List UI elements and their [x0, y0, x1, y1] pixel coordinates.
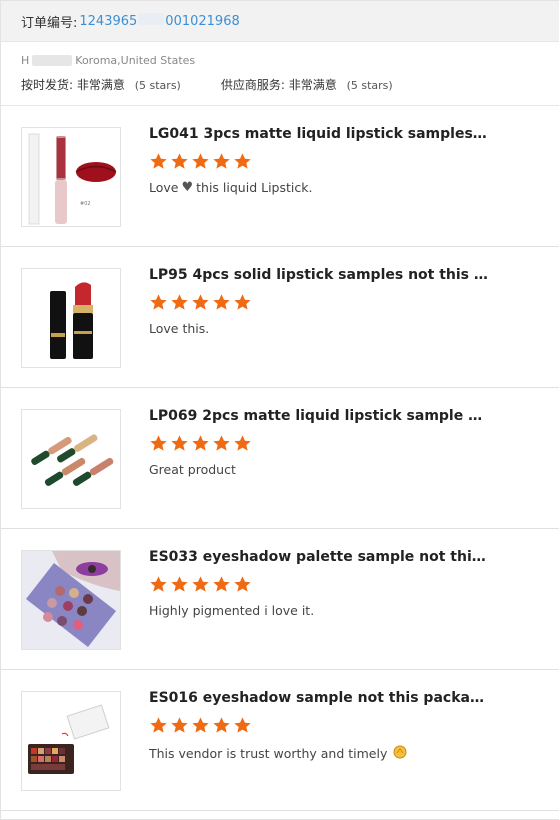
- buyer-info: H Koroma,United States: [21, 54, 539, 67]
- service-rating-stars: (5 stars): [346, 79, 393, 92]
- service-rating: 供应商服务: 非常满意 (5 stars): [221, 76, 393, 93]
- star-icon: [171, 153, 188, 169]
- star-icon: [213, 294, 230, 310]
- lip-gloss-tubes-image[interactable]: [21, 409, 121, 509]
- order-number-link[interactable]: 1243965 001021968: [79, 13, 240, 29]
- star-icon: [150, 717, 167, 733]
- shipping-rating: 按时发货: 非常满意 (5 stars): [21, 76, 181, 93]
- star-icon: [150, 153, 167, 169]
- review-comment: Highly pigmented i love it.: [149, 603, 315, 618]
- review-item: #02 LG041 3pcs matte liquid lipstick sam…: [1, 106, 559, 247]
- seller-ratings: 按时发货: 非常满意 (5 stars) 供应商服务: 非常满意 (5 star…: [21, 76, 539, 93]
- product-title[interactable]: ES033 eyeshadow palette sample not this …: [149, 549, 489, 565]
- heart-icon: ♥: [181, 180, 194, 195]
- star-icon: [171, 576, 188, 592]
- review-info: LP069 2pcs matte liquid lipstick sample …: [149, 408, 529, 528]
- star-icon: [213, 576, 230, 592]
- review-comment: Love ♥ this liquid Lipstick.: [149, 180, 313, 195]
- eyeshadow-sample-image[interactable]: [21, 691, 121, 791]
- star-icon: [234, 294, 251, 310]
- star-icon: [192, 294, 209, 310]
- product-title[interactable]: LP95 4pcs solid lipstick samples not thi…: [149, 267, 489, 283]
- shipping-rating-label: 按时发货:: [21, 78, 74, 92]
- shipping-rating-stars: (5 stars): [134, 79, 181, 92]
- review-list: #02 LG041 3pcs matte liquid lipstick sam…: [1, 106, 559, 811]
- star-icon: [213, 435, 230, 451]
- svg-text:#02: #02: [80, 201, 91, 207]
- review-item: LP069 2pcs matte liquid lipstick sample …: [1, 388, 559, 529]
- star-rating: [149, 293, 529, 313]
- lipstick-product-image[interactable]: [21, 268, 121, 368]
- review-info: ES016 eyeshadow sample not this package …: [149, 690, 529, 810]
- star-icon: [192, 576, 209, 592]
- shipping-rating-value: 非常满意: [76, 78, 125, 92]
- star-icon: [234, 576, 251, 592]
- buyer-initial: H: [21, 54, 30, 67]
- product-title[interactable]: LP069 2pcs matte liquid lipstick sample …: [149, 408, 489, 424]
- review-item: ES016 eyeshadow sample not this package …: [1, 670, 559, 811]
- feedback-page: 订单编号: 1243965 001021968 H Koroma,United S…: [0, 0, 559, 820]
- star-rating: [149, 575, 529, 595]
- star-icon: [192, 435, 209, 451]
- review-comment: This vendor is trust worthy and timely: [149, 744, 529, 763]
- order-number-label: 订单编号:: [21, 15, 78, 31]
- star-rating: [149, 716, 529, 736]
- buyer-location: Koroma,United States: [75, 54, 196, 67]
- product-title[interactable]: LG041 3pcs matte liquid lipstick samples…: [149, 126, 489, 142]
- review-info: LP95 4pcs solid lipstick samples not thi…: [149, 267, 529, 387]
- star-icon: [192, 717, 209, 733]
- eyeshadow-palette-image[interactable]: [21, 550, 121, 650]
- review-comment: Great product: [149, 462, 236, 477]
- order-meta: H Koroma,United States 按时发货: 非常满意 (5 sta…: [1, 42, 559, 106]
- liquid-lipstick-product-image[interactable]: #02: [21, 127, 121, 227]
- star-icon: [171, 435, 188, 451]
- star-icon: [234, 153, 251, 169]
- star-icon: [150, 294, 167, 310]
- star-icon: [150, 435, 167, 451]
- product-title[interactable]: ES016 eyeshadow sample not this package: [149, 690, 489, 706]
- star-icon: [150, 576, 167, 592]
- star-icon: [171, 717, 188, 733]
- redaction-mask: [32, 55, 73, 66]
- star-icon: [213, 717, 230, 733]
- star-icon: [192, 153, 209, 169]
- star-rating: [149, 434, 529, 454]
- service-rating-label: 供应商服务:: [220, 78, 285, 92]
- star-rating: [149, 152, 529, 172]
- review-item: LP95 4pcs solid lipstick samples not thi…: [1, 247, 559, 388]
- star-icon: [234, 717, 251, 733]
- review-info: LG041 3pcs matte liquid lipstick samples…: [149, 126, 529, 246]
- star-icon: [213, 153, 230, 169]
- order-header: 订单编号: 1243965 001021968: [1, 1, 559, 42]
- star-icon: [234, 435, 251, 451]
- review-comment: Love this.: [149, 321, 210, 336]
- clapping-hands-icon: [392, 744, 408, 763]
- redaction-mask: [138, 13, 165, 25]
- service-rating-value: 非常满意: [288, 78, 337, 92]
- star-icon: [171, 294, 188, 310]
- review-item: ES033 eyeshadow palette sample not this …: [1, 529, 559, 670]
- review-info: ES033 eyeshadow palette sample not this …: [149, 549, 529, 669]
